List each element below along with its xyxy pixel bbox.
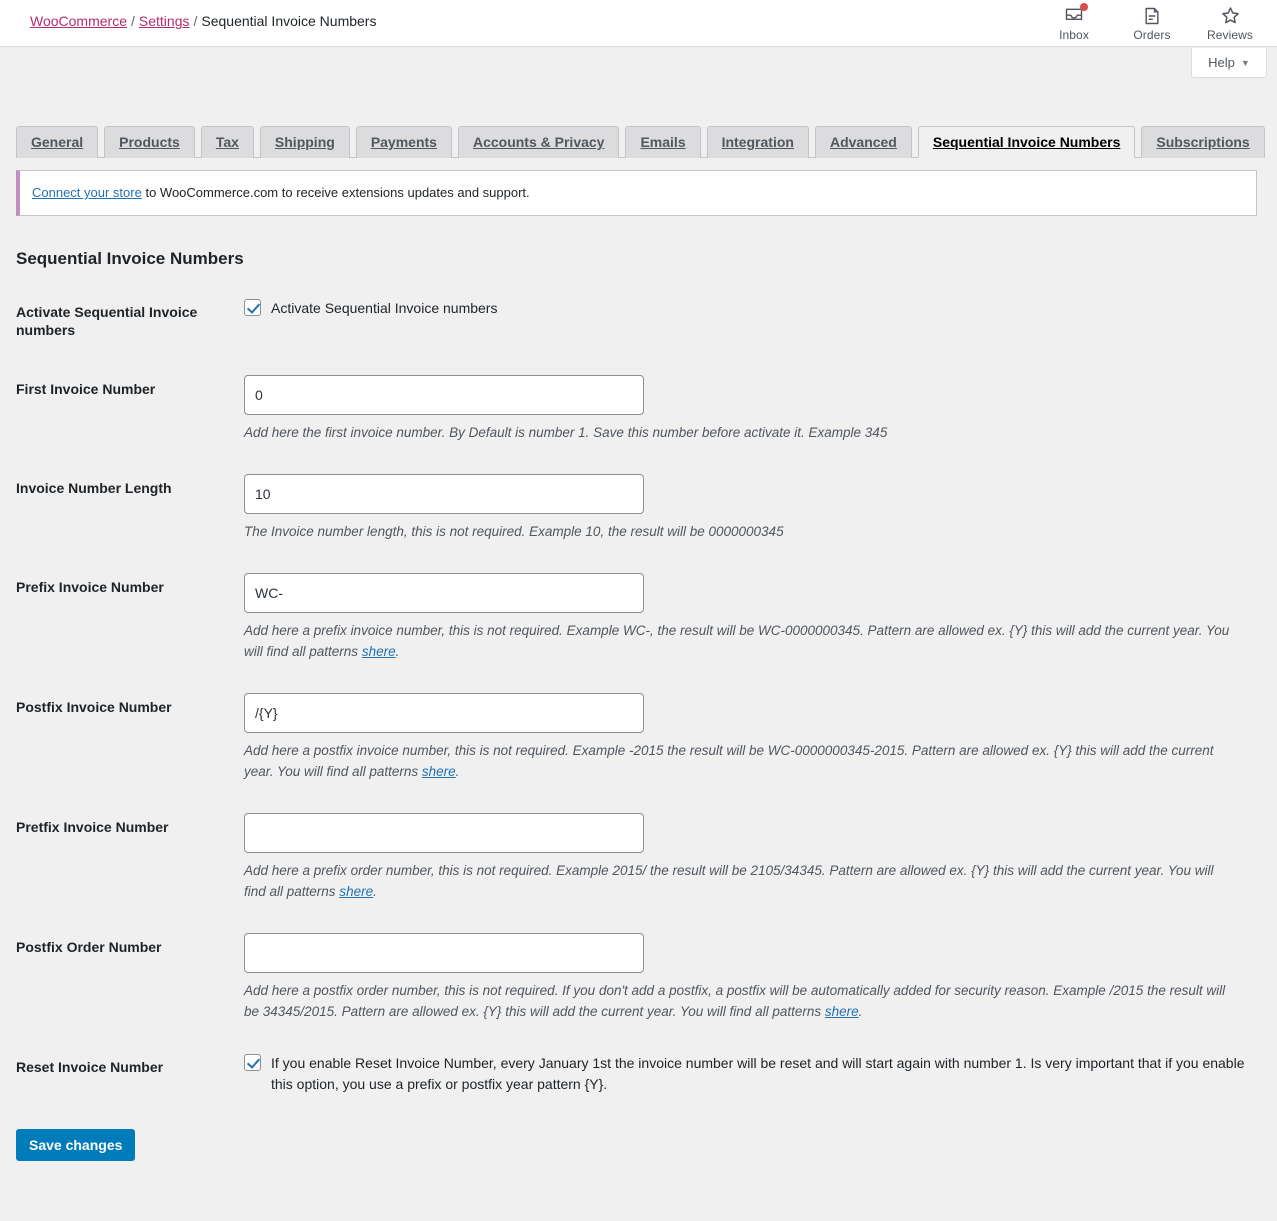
postfix-order-description-text: Add here a postfix order number, this is… [244, 982, 1226, 1019]
breadcrumb-current: Sequential Invoice Numbers [201, 13, 377, 29]
pretfix-invoice-number-input[interactable] [244, 812, 644, 853]
pretfix-description-text: Add here a prefix order number, this is … [244, 862, 1214, 899]
tab-tax[interactable]: Tax [200, 126, 254, 158]
setting-row-reset-invoice-number: Reset Invoice Number If you enable Reset… [16, 1038, 1257, 1111]
header-reviews-button[interactable]: Reviews [1191, 0, 1269, 47]
tab-shipping[interactable]: Shipping [259, 126, 350, 158]
help-button-label: Help [1208, 55, 1235, 70]
first-invoice-number-description: Add here the first invoice number. By De… [244, 425, 888, 441]
setting-label-reset-invoice-number: Reset Invoice Number [16, 1058, 164, 1075]
save-changes-button[interactable]: Save changes [16, 1128, 136, 1161]
chevron-down-icon: ▼ [1240, 57, 1250, 68]
star-icon [1220, 5, 1241, 26]
prefix-description-tail: . [395, 644, 400, 660]
setting-label-postfix-invoice-number: Postfix Invoice Number [16, 698, 172, 715]
inbox-unread-badge [1080, 2, 1088, 11]
breadcrumb-separator-2: / [193, 13, 198, 29]
breadcrumb: WooCommerce / Settings / Sequential Invoice … [30, 13, 376, 29]
postfix-order-description-tail: . [858, 1003, 863, 1019]
setting-row-pretfix-invoice-number: Pretfix Invoice Number Add here a prefix… [16, 798, 1257, 918]
setting-label-postfix-order-number: Postfix Order Number [16, 938, 162, 955]
header-inbox-label: Inbox [1059, 27, 1089, 42]
page-title: Sequential Invoice Numbers [16, 248, 244, 268]
postfix-order-number-description: Add here a postfix order number, this is… [244, 981, 1234, 1023]
postfix-description-text: Add here a postfix invoice number, this … [244, 742, 1214, 779]
reset-invoice-number-checkbox[interactable] [244, 1053, 261, 1071]
setting-field-postfix-invoice-number: Add here a postfix invoice number, this … [244, 678, 1257, 798]
setting-label-invoice-number-length: Invoice Number Length [16, 480, 172, 497]
prefix-patterns-link[interactable]: shere [362, 644, 396, 659]
help-button[interactable]: Help ▼ [1191, 48, 1267, 78]
admin-header: WooCommerce / Settings / Sequential Invoice … [0, 0, 1277, 47]
connect-store-notice-text: to WooCommerce.com to receive extensions… [141, 185, 530, 200]
setting-label-activate: Activate Sequential Invoice numbers [16, 303, 198, 339]
postfix-patterns-link[interactable]: shere [422, 764, 456, 779]
setting-row-prefix-invoice-number: Prefix Invoice Number Add here a prefix … [16, 558, 1257, 678]
setting-row-activate: Activate Sequential Invoice numbers Acti… [16, 283, 1257, 361]
pretfix-patterns-link[interactable]: shere [339, 884, 373, 899]
breadcrumb-woocommerce[interactable]: WooCommerce [30, 13, 127, 29]
tab-emails[interactable]: Emails [625, 126, 701, 158]
connect-your-store-link[interactable]: Connect your store [32, 185, 142, 200]
tab-advanced[interactable]: Advanced [814, 126, 912, 158]
breadcrumb-settings[interactable]: Settings [139, 13, 190, 29]
activate-sequential-invoice-numbers-checkbox[interactable] [244, 298, 261, 316]
orders-page-icon [1142, 6, 1162, 26]
setting-label-prefix-invoice-number: Prefix Invoice Number [16, 579, 164, 596]
setting-label-pretfix-invoice-number: Pretfix Invoice Number [16, 818, 169, 835]
invoice-number-length-description: The Invoice number length, this is not r… [244, 524, 784, 540]
setting-field-prefix-invoice-number: Add here a prefix invoice number, this i… [244, 558, 1257, 678]
pretfix-invoice-number-description: Add here a prefix order number, this is … [244, 861, 1234, 903]
setting-field-pretfix-invoice-number: Add here a prefix order number, this is … [244, 798, 1257, 918]
setting-field-invoice-number-length: The Invoice number length, this is not r… [244, 459, 1257, 558]
setting-row-invoice-number-length: Invoice Number Length The Invoice number… [16, 459, 1257, 558]
pretfix-description-tail: . [373, 883, 377, 899]
setting-field-reset-invoice-number: If you enable Reset Invoice Number, ever… [244, 1038, 1257, 1111]
tab-payments[interactable]: Payments [355, 126, 452, 158]
postfix-order-patterns-link[interactable]: shere [825, 1004, 859, 1019]
tab-accounts-privacy[interactable]: Accounts & Privacy [457, 126, 620, 158]
setting-row-postfix-invoice-number: Postfix Invoice Number Add here a postfi… [16, 678, 1257, 798]
first-invoice-number-input[interactable] [244, 375, 644, 416]
setting-field-first-invoice-number: Add here the first invoice number. By De… [244, 360, 1257, 459]
tab-integration[interactable]: Integration [706, 126, 809, 158]
invoice-number-length-input[interactable] [244, 474, 644, 515]
postfix-order-number-input[interactable] [244, 932, 644, 973]
setting-row-first-invoice-number: First Invoice Number Add here the first … [16, 360, 1257, 459]
breadcrumb-separator-1: / [131, 13, 135, 29]
postfix-invoice-number-input[interactable] [244, 692, 644, 733]
header-reviews-label: Reviews [1206, 28, 1254, 42]
tab-sequential-invoice-numbers[interactable]: Sequential Invoice Numbers [917, 126, 1136, 158]
submit-area: Save changes [16, 1111, 1257, 1161]
header-orders-label: Orders [1133, 27, 1171, 42]
setting-field-activate: Activate Sequential Invoice numbers [244, 283, 1257, 361]
tab-general[interactable]: General [16, 126, 99, 158]
tab-products[interactable]: Products [104, 126, 195, 158]
settings-tabs: General Products Tax Shipping Payments A… [16, 120, 1265, 158]
inbox-icon [1064, 2, 1088, 26]
connect-store-notice: Connect your store to WooCommerce.com to… [16, 170, 1257, 216]
prefix-invoice-number-description: Add here a prefix invoice number, this i… [244, 621, 1234, 663]
postfix-invoice-number-description: Add here a postfix invoice number, this … [244, 741, 1234, 783]
activate-checkbox-label: Activate Sequential Invoice numbers [271, 299, 498, 316]
setting-row-postfix-order-number: Postfix Order Number Add here a postfix … [16, 918, 1257, 1038]
settings-page: General Products Tax Shipping Payments A… [0, 120, 1277, 1161]
tab-subscriptions[interactable]: Subscriptions [1141, 126, 1265, 158]
prefix-invoice-number-input[interactable] [244, 573, 644, 614]
settings-form-table: Activate Sequential Invoice numbers Acti… [16, 283, 1257, 1111]
header-orders-button[interactable]: Orders [1113, 0, 1191, 47]
header-inbox-button[interactable]: Inbox [1035, 0, 1113, 47]
reset-invoice-number-checkbox-label: If you enable Reset Invoice Number, ever… [271, 1054, 1245, 1093]
setting-label-first-invoice-number: First Invoice Number [16, 381, 156, 398]
postfix-description-tail: . [455, 763, 460, 779]
header-actions: Inbox Orders Reviews [1035, 0, 1269, 47]
setting-field-postfix-order-number: Add here a postfix order number, this is… [244, 918, 1257, 1038]
